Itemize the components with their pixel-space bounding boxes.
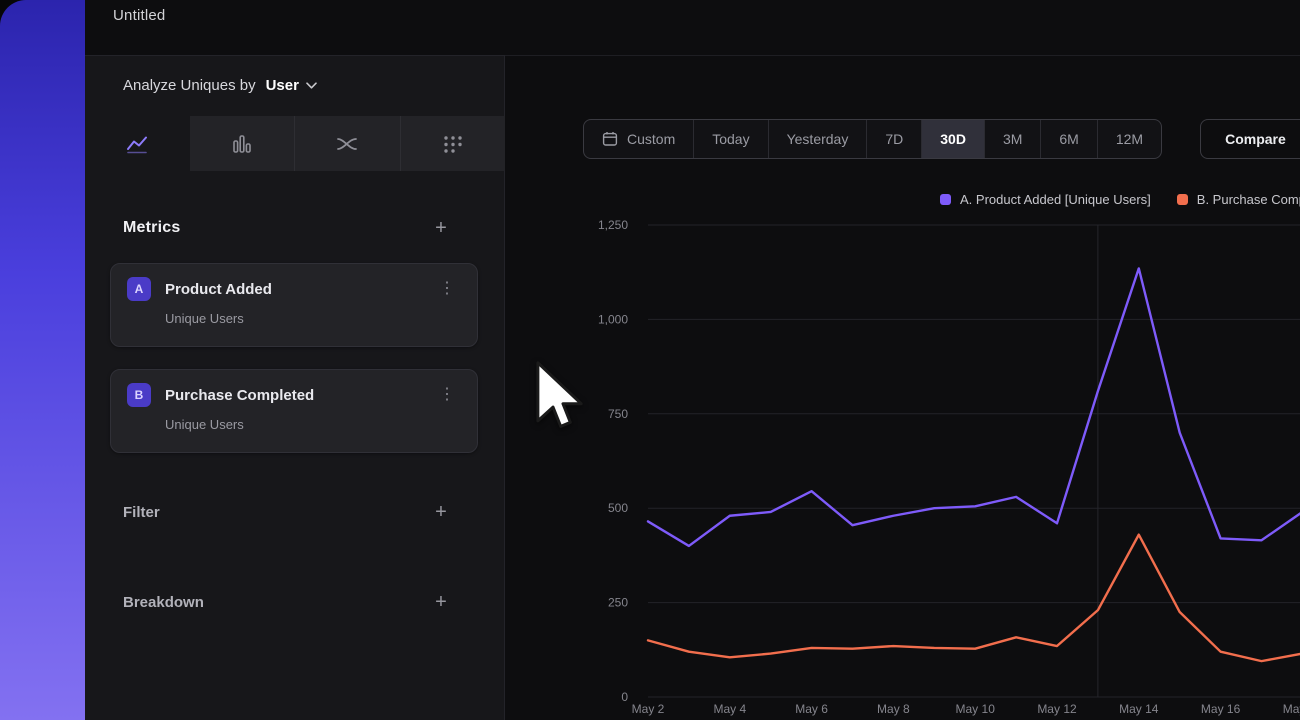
legend-item[interactable]: A. Product Added [Unique Users] bbox=[940, 192, 1151, 207]
range-label: Yesterday bbox=[787, 131, 849, 147]
analyze-header: Analyze Uniques by User bbox=[123, 77, 317, 94]
metric-name: Purchase Completed bbox=[165, 387, 314, 404]
range-label: 6M bbox=[1059, 131, 1078, 147]
mouse-cursor bbox=[536, 361, 584, 431]
plus-icon: + bbox=[435, 502, 447, 522]
metric-options-button[interactable]: ⋮ bbox=[433, 385, 461, 405]
kebab-icon: ⋮ bbox=[439, 386, 455, 403]
grid-dots-icon bbox=[441, 132, 465, 156]
range-button-3m[interactable]: 3M bbox=[984, 120, 1040, 158]
y-axis-label: 500 bbox=[608, 501, 628, 515]
compare-button[interactable]: Compare bbox=[1200, 119, 1300, 159]
tab-grid[interactable] bbox=[400, 116, 506, 171]
analyze-value: User bbox=[266, 77, 299, 94]
y-axis-label: 1,250 bbox=[598, 218, 628, 232]
metric-card-row: A Product Added ⋮ bbox=[127, 277, 461, 301]
metric-card-a[interactable]: A Product Added ⋮ Unique Users bbox=[110, 263, 478, 347]
range-button-custom[interactable]: Custom bbox=[584, 120, 693, 158]
x-axis-label: May 8 bbox=[877, 702, 910, 716]
chevron-down-icon bbox=[306, 82, 317, 89]
range-label: 12M bbox=[1116, 131, 1143, 147]
app-window: Untitled Analyze Uniques by User bbox=[85, 0, 1300, 720]
metrics-header: Metrics + bbox=[123, 216, 453, 240]
chart-type-tabs bbox=[85, 116, 505, 171]
range-button-6m[interactable]: 6M bbox=[1040, 120, 1096, 158]
x-axis-label: May 12 bbox=[1037, 702, 1077, 716]
range-label: Custom bbox=[627, 131, 675, 147]
breakdown-label: Breakdown bbox=[123, 594, 204, 611]
metric-badge: A bbox=[127, 277, 151, 301]
add-breakdown-button[interactable]: + bbox=[429, 590, 453, 614]
range-button-yesterday[interactable]: Yesterday bbox=[768, 120, 867, 158]
series-line-a bbox=[648, 268, 1300, 546]
plus-icon: + bbox=[435, 592, 447, 612]
filter-label: Filter bbox=[123, 504, 160, 521]
y-axis-label: 250 bbox=[608, 596, 628, 610]
x-axis-label: May 2 bbox=[632, 702, 665, 716]
tab-line-chart[interactable] bbox=[85, 116, 190, 171]
analyze-label: Analyze Uniques by bbox=[123, 77, 256, 94]
sidebar: Analyze Uniques by User bbox=[85, 55, 505, 720]
plus-icon: + bbox=[435, 218, 447, 238]
screen: Untitled Analyze Uniques by User bbox=[0, 0, 1300, 720]
chart-legend: A. Product Added [Unique Users] B. Purcha… bbox=[940, 192, 1300, 207]
legend-item[interactable]: B. Purchase Completed [Unique Users] bbox=[1177, 192, 1300, 207]
x-axis-label: May 14 bbox=[1119, 702, 1159, 716]
line-chart-icon bbox=[125, 132, 149, 156]
metric-measure[interactable]: Unique Users bbox=[165, 417, 461, 432]
metric-card-row: B Purchase Completed ⋮ bbox=[127, 383, 461, 407]
metric-measure[interactable]: Unique Users bbox=[165, 311, 461, 326]
bar-chart-icon bbox=[230, 132, 254, 156]
y-axis-label: 1,000 bbox=[598, 312, 628, 326]
calendar-icon bbox=[602, 131, 618, 147]
line-chart[interactable]: 0 250 500 750 1,000 1,250 May 2 May 4 May 6 May 8… bbox=[505, 211, 1300, 720]
legend-label: B. Purchase Completed [Unique Users] bbox=[1197, 192, 1300, 207]
range-label: 3M bbox=[1003, 131, 1022, 147]
wallpaper-gradient bbox=[0, 0, 85, 720]
x-axis-label: May 4 bbox=[713, 702, 746, 716]
metric-card-b[interactable]: B Purchase Completed ⋮ Unique Users bbox=[110, 369, 478, 453]
tab-flow-chart[interactable] bbox=[294, 116, 400, 171]
range-button-30d[interactable]: 30D bbox=[921, 120, 984, 158]
metrics-title: Metrics bbox=[123, 219, 180, 237]
metric-badge: B bbox=[127, 383, 151, 407]
range-group: Custom Today Yesterday 7D 30D 3M 6M 12M bbox=[583, 119, 1162, 159]
topbar: Untitled bbox=[85, 0, 1300, 55]
range-button-12m[interactable]: 12M bbox=[1097, 120, 1161, 158]
add-filter-button[interactable]: + bbox=[429, 500, 453, 524]
tab-bar-chart[interactable] bbox=[190, 116, 295, 171]
x-axis-label: May 16 bbox=[1201, 702, 1241, 716]
legend-swatch bbox=[1177, 194, 1188, 205]
x-axis-label: May 18 bbox=[1283, 702, 1300, 716]
add-metric-button[interactable]: + bbox=[429, 216, 453, 240]
y-axis-label: 0 bbox=[621, 690, 628, 704]
date-range-toolbar: Custom Today Yesterday 7D 30D 3M 6M 12M Compare bbox=[583, 119, 1300, 159]
x-axis-label: May 10 bbox=[956, 702, 996, 716]
document-title[interactable]: Untitled bbox=[113, 7, 165, 24]
filter-row: Filter + bbox=[123, 500, 453, 524]
main-chart-area: Custom Today Yesterday 7D 30D 3M 6M 12M Compare… bbox=[505, 55, 1300, 720]
metric-options-button[interactable]: ⋮ bbox=[433, 279, 461, 299]
flow-icon bbox=[335, 132, 359, 156]
series-line-b bbox=[648, 535, 1300, 661]
legend-label: A. Product Added [Unique Users] bbox=[960, 192, 1151, 207]
breakdown-row: Breakdown + bbox=[123, 590, 453, 614]
range-button-7d[interactable]: 7D bbox=[866, 120, 921, 158]
metric-name: Product Added bbox=[165, 281, 272, 298]
range-label: Today bbox=[712, 131, 749, 147]
analyze-user-selector[interactable]: User bbox=[266, 77, 317, 94]
kebab-icon: ⋮ bbox=[439, 280, 455, 297]
range-label: 30D bbox=[940, 131, 966, 147]
y-axis-label: 750 bbox=[608, 407, 628, 421]
range-button-today[interactable]: Today bbox=[693, 120, 767, 158]
x-axis-label: May 6 bbox=[795, 702, 828, 716]
legend-swatch bbox=[940, 194, 951, 205]
range-label: 7D bbox=[885, 131, 903, 147]
